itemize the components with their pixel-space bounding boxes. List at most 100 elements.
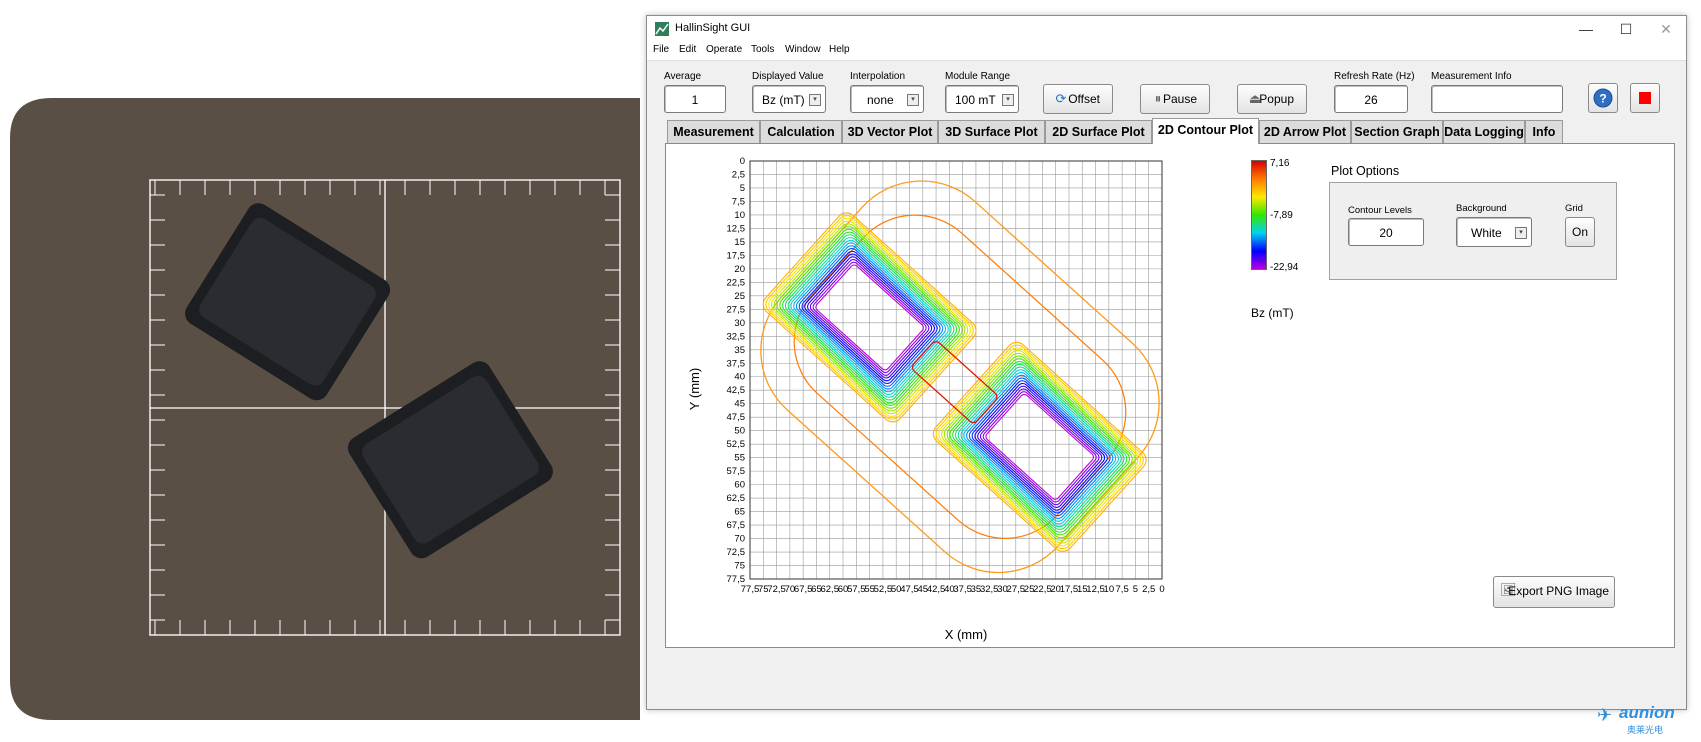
y-tick-label: 67,5	[727, 520, 746, 531]
background-text: White	[1471, 226, 1502, 240]
refresh-rate-field[interactable]: 26	[1334, 85, 1408, 113]
app-window: HallinSight GUI — ☐ ✕ File Edit Operate …	[646, 15, 1687, 710]
tab-info[interactable]: Info	[1525, 120, 1563, 144]
y-tick-label: 77,5	[727, 574, 746, 585]
module-range-label: Module Range	[945, 71, 1011, 82]
y-tick-label: 52,5	[727, 439, 746, 450]
brand-name: aunion	[1619, 703, 1675, 722]
grid-toggle[interactable]: On	[1565, 217, 1595, 247]
chevron-down-icon: ▾	[1515, 227, 1527, 239]
displayed-value-label: Displayed Value	[752, 71, 824, 82]
tab-measurement[interactable]: Measurement	[667, 120, 760, 144]
app-logo-icon	[655, 22, 669, 36]
contour-line	[949, 358, 1131, 536]
x-tick-label: 47,5	[900, 584, 919, 595]
displayed-value-text: Bz (mT)	[762, 93, 805, 107]
x-tick-label: 5	[1133, 584, 1138, 595]
interpolation-text: none	[867, 93, 894, 107]
y-tick-label: 75	[734, 561, 745, 572]
popup-button[interactable]: ⏏ Popup	[1237, 84, 1307, 114]
y-axis-ticks: 02,557,51012,51517,52022,52527,53032,535…	[727, 156, 746, 585]
y-tick-label: 30	[734, 318, 745, 329]
pause-button[interactable]: ⏸ Pause	[1140, 84, 1210, 114]
x-tick-label: 27,5	[1007, 584, 1025, 595]
measurement-info-field[interactable]	[1431, 85, 1563, 113]
maximize-button[interactable]: ☐	[1606, 16, 1646, 42]
background-select[interactable]: White ▾	[1456, 217, 1532, 247]
menu-edit[interactable]: Edit	[679, 44, 696, 55]
average-field[interactable]: 1	[664, 85, 726, 113]
brand-subtitle: 奥莱光电	[1627, 725, 1664, 735]
displayed-value-select[interactable]: Bz (mT) ▾	[752, 85, 826, 113]
interpolation-select[interactable]: none ▾	[850, 85, 924, 113]
plot-frame	[749, 160, 1163, 580]
x-tick-label: 52,5	[874, 584, 893, 595]
menu-help[interactable]: Help	[829, 44, 850, 55]
stop-icon	[1639, 92, 1651, 104]
tab-2d-surface-plot[interactable]: 2D Surface Plot	[1045, 120, 1152, 144]
y-tick-label: 72,5	[727, 547, 746, 558]
y-tick-label: 45	[734, 399, 745, 410]
offset-button[interactable]: ⟳ Offset	[1043, 84, 1113, 114]
y-tick-label: 55	[734, 453, 745, 464]
export-png-button[interactable]: 🖼 Export PNG Image	[1493, 576, 1615, 608]
x-tick-label: 12,5	[1086, 584, 1105, 595]
y-tick-label: 35	[734, 345, 745, 356]
y-tick-label: 65	[734, 507, 745, 518]
y-tick-label: 20	[734, 264, 745, 275]
stop-button[interactable]	[1630, 83, 1660, 113]
plot-options-box: Contour Levels 20 Background White ▾ Gri…	[1329, 182, 1617, 280]
measurement-info-label: Measurement Info	[1431, 71, 1512, 82]
menu-tools[interactable]: Tools	[751, 44, 774, 55]
chevron-down-icon: ▾	[809, 94, 821, 106]
colorbar-min: -22,94	[1270, 262, 1299, 273]
tab-data-logging[interactable]: Data Logging	[1443, 120, 1525, 144]
y-tick-label: 50	[734, 426, 745, 437]
tab-2d-arrow-plot[interactable]: 2D Arrow Plot	[1259, 120, 1351, 144]
close-button[interactable]: ✕	[1646, 16, 1686, 42]
menu-file[interactable]: File	[653, 44, 669, 55]
y-tick-label: 25	[734, 291, 745, 302]
y-tick-label: 42,5	[727, 385, 746, 396]
x-tick-label: 37,5	[953, 584, 972, 595]
tab-2d-contour-plot[interactable]: 2D Contour Plot	[1152, 118, 1259, 144]
brand-logo-icon: ✈	[1597, 705, 1613, 725]
brand-watermark: ✈ aunion 奥莱光电	[1597, 703, 1697, 739]
tab-3d-surface-plot[interactable]: 3D Surface Plot	[938, 120, 1045, 144]
tab-section-graph[interactable]: Section Graph	[1351, 120, 1443, 144]
tab-3d-vector-plot[interactable]: 3D Vector Plot	[842, 120, 938, 144]
svg-text:?: ?	[1599, 92, 1606, 106]
colorbar-max: 7,16	[1270, 158, 1290, 169]
x-tick-label: 77,5	[741, 584, 760, 595]
chevron-down-icon: ▾	[907, 94, 919, 106]
y-tick-label: 2,5	[732, 169, 745, 180]
y-tick-label: 15	[734, 237, 745, 248]
module-range-select[interactable]: 100 mT ▾	[945, 85, 1019, 113]
sensor-board-photo	[0, 0, 700, 742]
tab-calculation[interactable]: Calculation	[760, 120, 842, 144]
grid-label: Grid	[1565, 203, 1583, 214]
contour-levels-field[interactable]: 20	[1348, 218, 1424, 246]
y-tick-label: 70	[734, 534, 745, 545]
y-tick-label: 32,5	[727, 331, 746, 342]
menu-window[interactable]: Window	[785, 44, 821, 55]
minimize-button[interactable]: —	[1566, 16, 1606, 42]
x-axis-ticks: 77,57572,57067,56562,56057,55552,55047,5…	[741, 584, 1165, 595]
y-tick-label: 57,5	[727, 466, 746, 477]
y-tick-label: 27,5	[727, 304, 746, 315]
refresh-rate-label: Refresh Rate (Hz)	[1334, 71, 1415, 82]
menu-operate[interactable]: Operate	[706, 44, 742, 55]
contour-levels-label: Contour Levels	[1348, 205, 1412, 216]
x-tick-label: 0	[1159, 584, 1164, 595]
y-tick-label: 37,5	[727, 358, 746, 369]
x-tick-label: 62,5	[820, 584, 839, 595]
refresh-icon: ⟳	[1055, 91, 1067, 106]
help-button[interactable]: ?	[1588, 83, 1618, 113]
plot-options-title: Plot Options	[1331, 164, 1400, 178]
x-tick-label: 10	[1104, 584, 1115, 595]
x-tick-label: 22,5	[1033, 584, 1052, 595]
y-tick-label: 12,5	[727, 223, 746, 234]
background-label: Background	[1456, 203, 1507, 214]
x-tick-label: 67,5	[794, 584, 813, 595]
contour-chart[interactable]: 77,57572,57067,56562,56057,55552,55047,5…	[666, 144, 1226, 649]
